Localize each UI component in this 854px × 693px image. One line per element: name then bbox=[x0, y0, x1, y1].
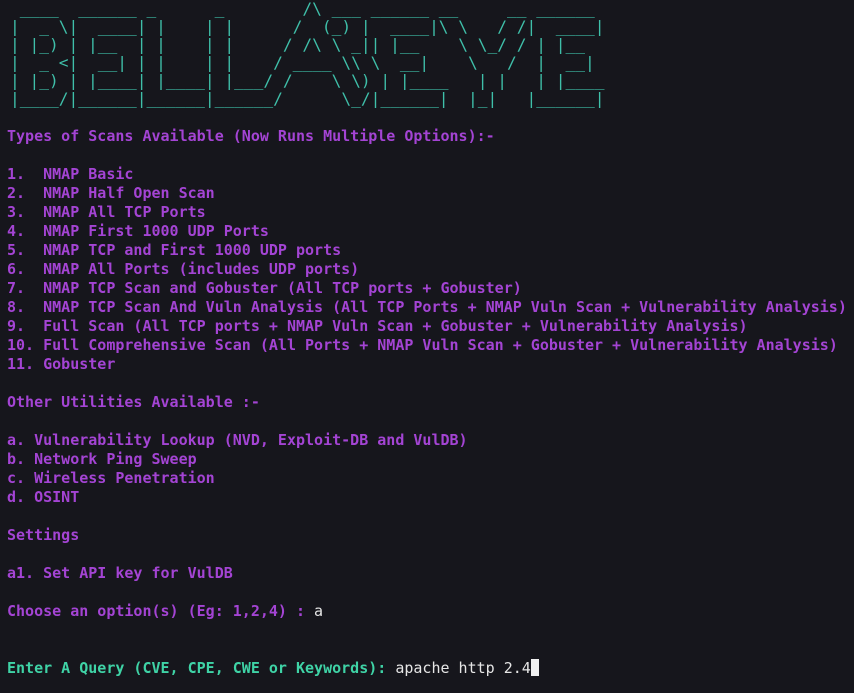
banner-line: ____ ______ _ _ /\ ___ ______ __ __ ____… bbox=[10, 0, 595, 18]
scan-option: 3. NMAP All TCP Ports bbox=[7, 203, 206, 221]
choose-option-value: a bbox=[314, 602, 324, 620]
scan-option: 5. NMAP TCP and First 1000 UDP ports bbox=[7, 241, 342, 259]
scan-option: 7. NMAP TCP Scan and Gobuster (All TCP p… bbox=[7, 279, 522, 297]
choose-option-prompt: Choose an option(s) (Eg: 1,2,4) : bbox=[7, 602, 315, 620]
banner-line: |____/|______|______|______/ \_/|______|… bbox=[10, 89, 605, 108]
utility-option: b. Network Ping Sweep bbox=[7, 450, 197, 468]
text-cursor bbox=[530, 659, 539, 676]
scan-option: 10. Full Comprehensive Scan (All Ports +… bbox=[7, 336, 838, 354]
banner-line: | _ \| ____| | | | / (_) | ____|\ \ / /|… bbox=[10, 17, 605, 36]
scan-option: 2. NMAP Half Open Scan bbox=[7, 184, 215, 202]
settings-option: a1. Set API key for VulDB bbox=[7, 564, 233, 582]
utility-option: a. Vulnerability Lookup (NVD, Exploit-DB… bbox=[7, 431, 468, 449]
scan-option: 8. NMAP TCP Scan And Vuln Analysis (All … bbox=[7, 298, 847, 316]
utilities-heading: Other Utilities Available :- bbox=[7, 393, 260, 411]
banner-line: | |_) | |____| |____| |___/ / \ \) | |__… bbox=[10, 71, 605, 90]
query-input-line[interactable]: Enter A Query (CVE, CPE, CWE or Keywords… bbox=[7, 659, 539, 678]
scan-option: 11. Gobuster bbox=[7, 355, 116, 373]
banner-line: | _ <| __| | | | | / ____ \\ \ __| \ / |… bbox=[10, 53, 595, 72]
bellaseye-ascii-banner: ____ ______ _ _ /\ ___ ______ __ __ ____… bbox=[10, 0, 605, 108]
scans-heading: Types of Scans Available (Now Runs Multi… bbox=[7, 127, 495, 145]
utility-option: d. OSINT bbox=[7, 488, 80, 506]
query-input[interactable]: apache http 2.4 bbox=[395, 659, 530, 677]
scan-option: 6. NMAP All Ports (includes UDP ports) bbox=[7, 260, 360, 278]
choose-option-line: Choose an option(s) (Eg: 1,2,4) : a bbox=[7, 602, 323, 621]
scan-option: 1. NMAP Basic bbox=[7, 165, 134, 183]
scan-option: 4. NMAP First 1000 UDP Ports bbox=[7, 222, 269, 240]
banner-line: | |_) | |__ | | | | / /\ \ _|| |__ \ \_/… bbox=[10, 35, 585, 54]
settings-heading: Settings bbox=[7, 526, 80, 544]
query-prompt: Enter A Query (CVE, CPE, CWE or Keywords… bbox=[7, 659, 396, 677]
terminal-window[interactable]: ____ ______ _ _ /\ ___ ______ __ __ ____… bbox=[0, 0, 854, 693]
utility-option: c. Wireless Penetration bbox=[7, 469, 215, 487]
scan-option: 9. Full Scan (All TCP ports + NMAP Vuln … bbox=[7, 317, 748, 335]
